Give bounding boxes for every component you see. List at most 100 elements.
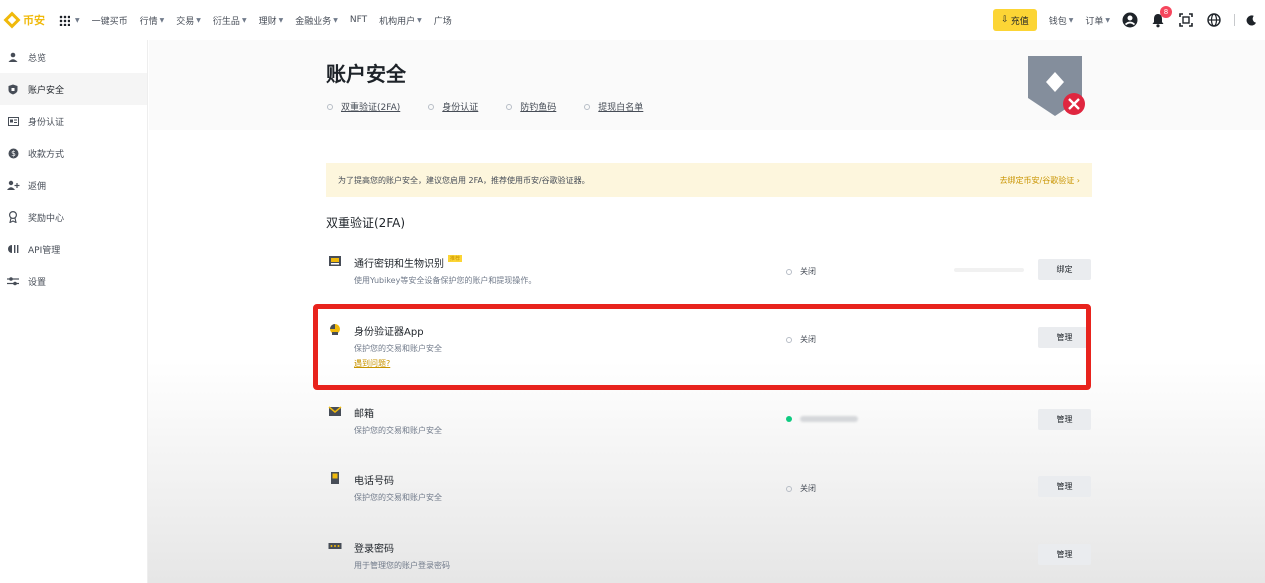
masked-email bbox=[800, 416, 858, 422]
wallet-menu[interactable]: 钱包 ▼ bbox=[1049, 14, 1074, 27]
download-app-button[interactable] bbox=[1178, 12, 1194, 28]
sidebar-item-label: 账户安全 bbox=[28, 85, 65, 96]
nav-label: 一键买币 bbox=[91, 16, 128, 27]
row-email: 邮箱 保护您的交易和账户安全 管理 bbox=[326, 405, 1092, 465]
status-dot bbox=[786, 268, 792, 275]
dot-icon bbox=[506, 103, 513, 110]
chevron-down-icon: ▼ bbox=[196, 16, 201, 24]
nav-markets[interactable]: 行情 ▼ bbox=[140, 14, 165, 27]
sidebar-item-settings[interactable]: 设置 bbox=[0, 265, 147, 297]
user-circle-icon bbox=[1122, 12, 1138, 28]
row-login-password: 登录密码 用于管理您的账户登录密码 管理 bbox=[326, 540, 1092, 583]
chevron-down-icon: ▼ bbox=[278, 16, 284, 24]
nav-earn[interactable]: 理财 ▼ bbox=[259, 14, 284, 27]
bind-authenticator-link[interactable]: 去绑定币安/谷歌验证 › bbox=[1000, 175, 1080, 186]
nav-label: 衍生品 bbox=[212, 16, 240, 27]
page-title: 账户安全 bbox=[326, 62, 406, 86]
tab-2fa[interactable]: 双重验证(2FA) bbox=[327, 100, 400, 113]
sidebar-item-security[interactable]: 账户安全 bbox=[0, 73, 147, 105]
orders-menu[interactable]: 订单 ▼ bbox=[1085, 14, 1110, 27]
status-indicator: 关闭 bbox=[786, 266, 816, 277]
sidebar-item-rewards[interactable]: 奖励中心 bbox=[0, 201, 147, 233]
deposit-label: 充值 bbox=[1010, 16, 1029, 27]
check-icon bbox=[786, 416, 792, 422]
sidebar-item-payment[interactable]: $ 收款方式 bbox=[0, 137, 147, 169]
dollar-icon: $ bbox=[6, 147, 20, 159]
binance-logo-mark bbox=[3, 11, 21, 29]
id-card-icon bbox=[6, 115, 20, 127]
binance-logo[interactable]: 币安 bbox=[3, 11, 45, 29]
theme-toggle[interactable] bbox=[1243, 12, 1259, 28]
manage-email-button[interactable]: 管理 bbox=[1038, 409, 1091, 430]
top-navbar: 币安 ▼ 一键买币 行情 ▼ 交易 ▼ 衍生品 ▼ 理财 ▼ 金融业务 ▼ NFT 机构用… bbox=[0, 0, 1265, 40]
sliders-icon bbox=[6, 275, 20, 287]
nav-institutional[interactable]: 机构用户 ▼ bbox=[379, 14, 422, 27]
divider bbox=[954, 268, 1024, 272]
passkey-icon bbox=[329, 256, 341, 266]
nav-derivatives[interactable]: 衍生品 ▼ bbox=[213, 14, 247, 27]
nav-label: 理财 bbox=[258, 16, 277, 27]
deposit-button[interactable]: ⇩ 充值 bbox=[993, 9, 1037, 31]
profile-button[interactable] bbox=[1122, 12, 1138, 28]
sidebar-item-identity[interactable]: 身份认证 bbox=[0, 105, 147, 137]
scan-icon bbox=[1179, 13, 1193, 27]
wallet-label: 钱包 bbox=[1048, 16, 1067, 27]
recommended-tag: 推荐 bbox=[448, 255, 463, 262]
chevron-down-icon: ▼ bbox=[1105, 16, 1110, 24]
nav-label: 行情 bbox=[139, 16, 158, 27]
manage-phone-button[interactable]: 管理 bbox=[1038, 476, 1091, 497]
section-title: 双重验证(2FA) bbox=[326, 216, 406, 230]
nav-trade[interactable]: 交易 ▼ bbox=[176, 14, 201, 27]
user-icon bbox=[6, 51, 20, 63]
sidebar-item-label: 身份认证 bbox=[28, 117, 65, 128]
tab-label: 提现白名单 bbox=[598, 103, 644, 113]
nav-label: 交易 bbox=[176, 16, 195, 27]
nav-finance[interactable]: 金融业务 ▼ bbox=[295, 14, 338, 27]
notification-badge: 8 bbox=[1160, 6, 1172, 18]
dot-icon bbox=[584, 103, 591, 110]
tab-label: 防钓鱼码 bbox=[520, 103, 557, 113]
manage-password-button[interactable]: 管理 bbox=[1038, 544, 1091, 565]
sidebar: 总览 账户安全 身份认证 $ 收款方式 返佣 奖励中心 API管理 设置 bbox=[0, 40, 148, 583]
medal-icon bbox=[6, 211, 20, 223]
nav-nft[interactable]: NFT bbox=[350, 15, 367, 25]
language-button[interactable] bbox=[1206, 12, 1222, 28]
password-icon bbox=[328, 543, 342, 549]
mail-icon bbox=[328, 406, 342, 416]
sidebar-item-label: 设置 bbox=[28, 277, 47, 288]
sidebar-item-overview[interactable]: 总览 bbox=[0, 41, 147, 73]
sidebar-item-label: 总览 bbox=[28, 53, 47, 64]
row-title: 登录密码 bbox=[354, 544, 394, 555]
row-title: 电话号码 bbox=[354, 476, 394, 487]
row-title: 邮箱 bbox=[354, 409, 374, 420]
sidebar-item-label: API管理 bbox=[28, 245, 61, 256]
tab-withdraw-whitelist[interactable]: 提现白名单 bbox=[584, 100, 643, 113]
svg-text:$: $ bbox=[11, 149, 16, 158]
sidebar-item-api[interactable]: API管理 bbox=[0, 233, 147, 265]
sidebar-item-label: 返佣 bbox=[28, 181, 47, 192]
status-text: 关闭 bbox=[800, 267, 816, 276]
sidebar-item-label: 收款方式 bbox=[28, 149, 65, 160]
page-header bbox=[149, 40, 1265, 130]
chevron-down-icon: ▼ bbox=[333, 16, 338, 24]
sidebar-item-referral[interactable]: 返佣 bbox=[0, 169, 147, 201]
2fa-recommendation-banner: 为了提高您的账户安全，建议您启用 2FA，推荐使用币安/谷歌验证器。 去绑定币安… bbox=[326, 163, 1092, 197]
tab-label: 身份认证 bbox=[442, 103, 479, 113]
nav-label: 机构用户 bbox=[379, 16, 416, 27]
row-phone: 电话号码 保护您的交易和账户安全 关闭 管理 bbox=[326, 472, 1092, 532]
nav-buy-crypto[interactable]: 一键买币 bbox=[92, 14, 128, 27]
row-title: 通行密钥和生物识别 推荐 bbox=[354, 255, 463, 270]
notification-button[interactable]: 8 bbox=[1150, 6, 1172, 28]
chevron-down-icon: ▼ bbox=[1068, 16, 1074, 24]
security-shield-illustration bbox=[1028, 56, 1085, 116]
status-indicator: 关闭 bbox=[786, 483, 816, 494]
nav-label: NFT bbox=[349, 15, 368, 25]
row-description: 用于管理您的账户登录密码 bbox=[354, 561, 450, 570]
tab-anti-phishing[interactable]: 防钓鱼码 bbox=[506, 100, 556, 113]
tab-identity[interactable]: 身份认证 bbox=[428, 100, 478, 113]
logo-text: 币安 bbox=[23, 14, 45, 27]
bind-passkey-button[interactable]: 绑定 bbox=[1038, 259, 1091, 280]
apps-menu[interactable]: ▼ bbox=[59, 14, 80, 26]
chevron-down-icon: ▼ bbox=[241, 16, 247, 24]
nav-square[interactable]: 广场 bbox=[434, 14, 452, 27]
